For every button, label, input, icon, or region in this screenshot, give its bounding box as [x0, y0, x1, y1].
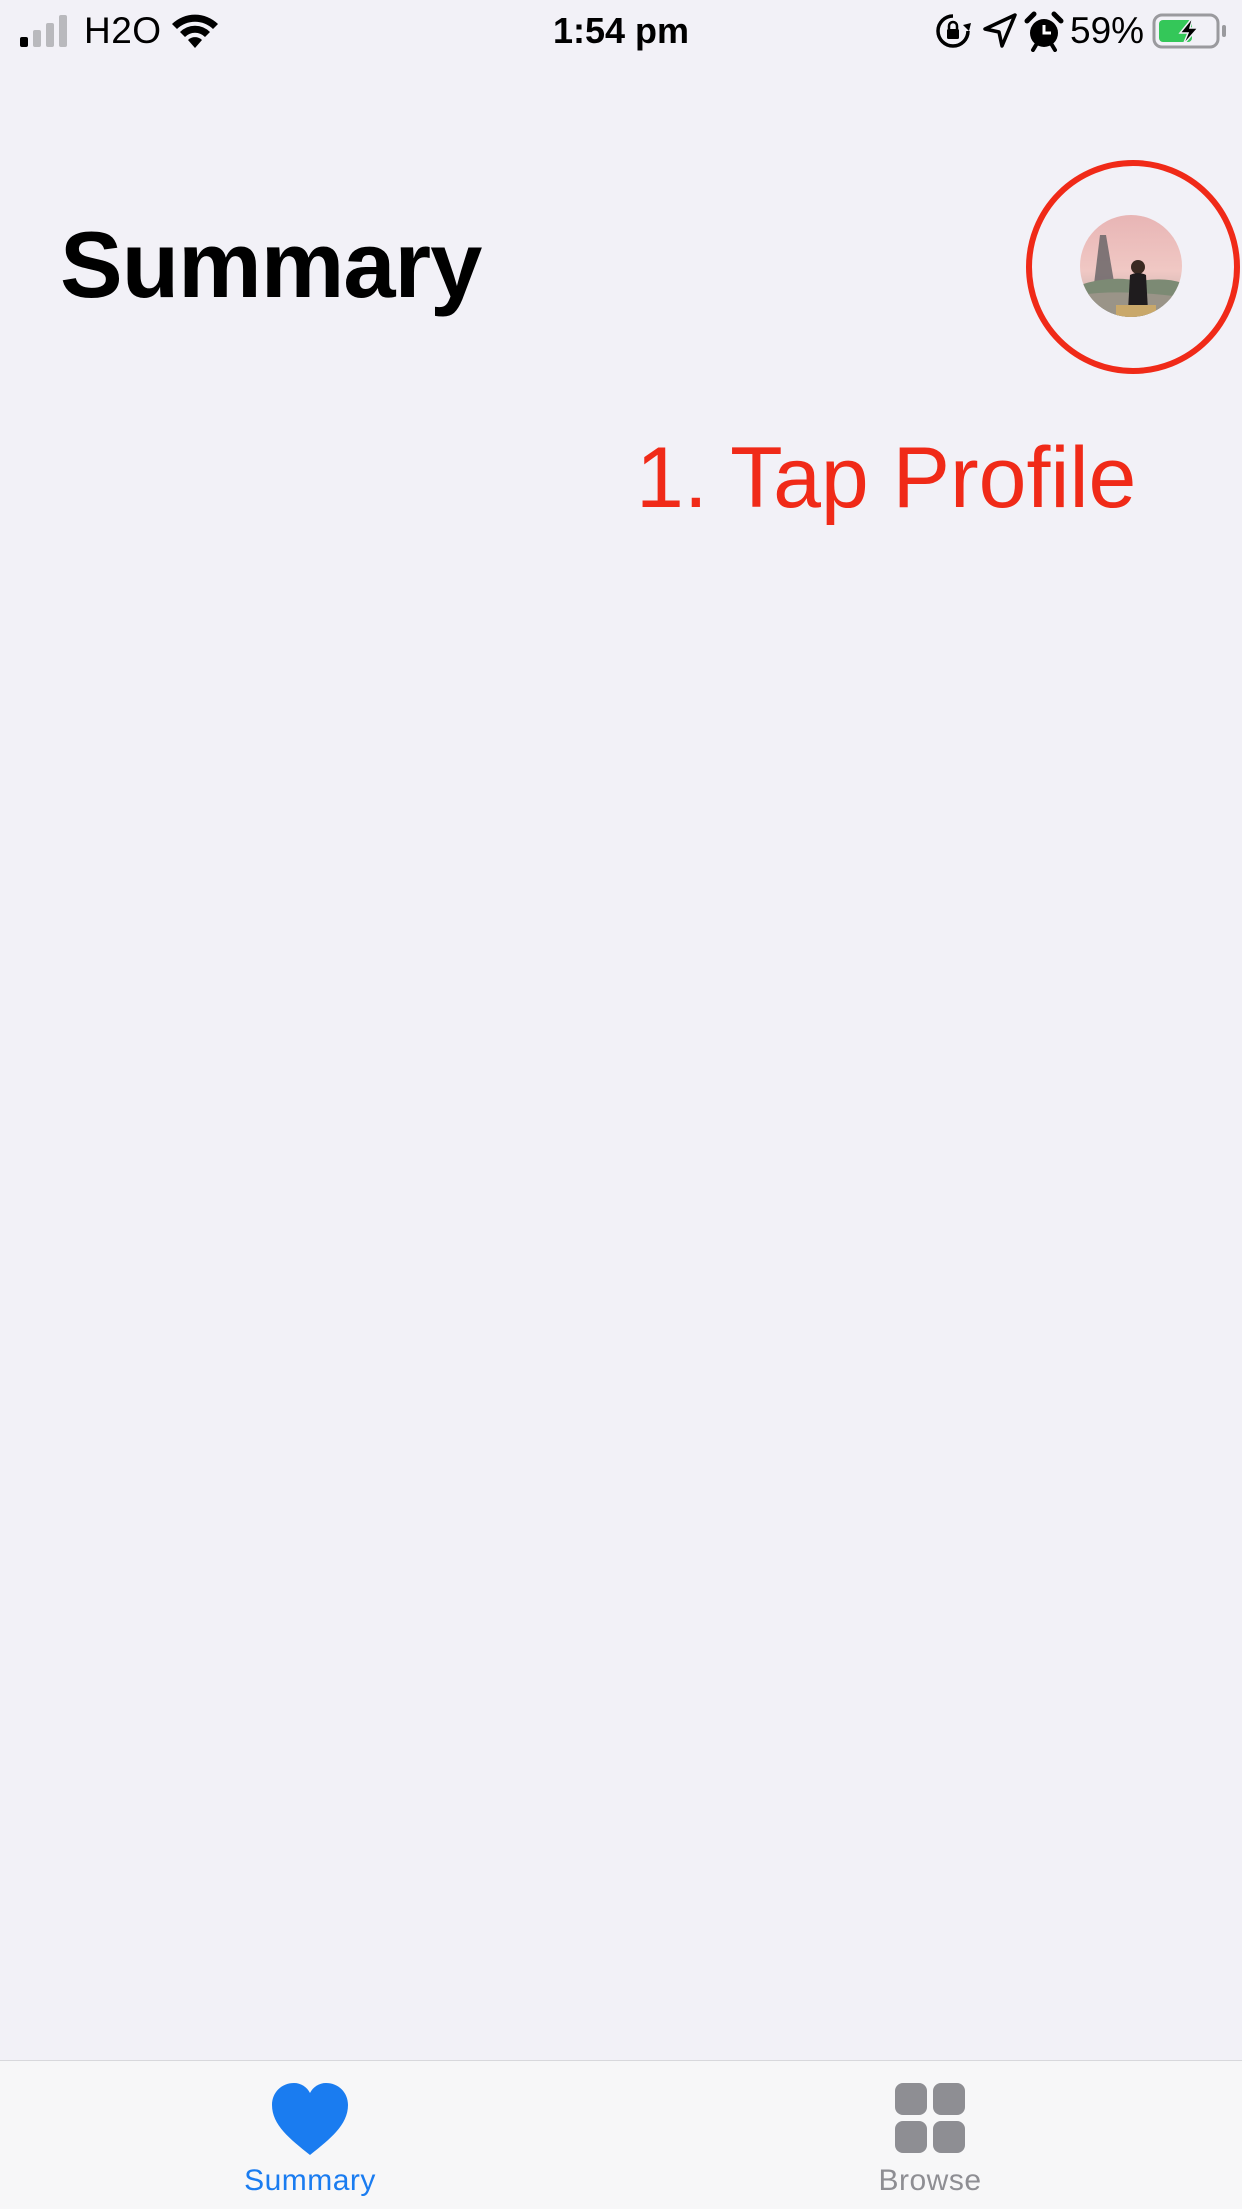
tab-bar: Summary Browse: [0, 2060, 1242, 2209]
orientation-lock-icon: [936, 14, 971, 48]
alarm-icon: [1024, 11, 1064, 52]
grid-icon: [895, 2083, 965, 2153]
tab-summary-label: Summary: [244, 2164, 376, 2197]
tab-browse-label: Browse: [878, 2164, 982, 2197]
page-title: Summary: [60, 212, 482, 317]
location-icon: [983, 13, 1017, 48]
battery-charging-icon: [1152, 13, 1226, 49]
battery-percentage: 59%: [1070, 10, 1145, 51]
status-bar: H2O 1:54 pm 59%: [0, 0, 1242, 64]
heart-icon: [272, 2083, 348, 2155]
annotation-text: 1. Tap Profile: [636, 430, 1137, 526]
tab-summary[interactable]: Summary: [180, 2061, 440, 2209]
annotation-circle: [1026, 160, 1240, 374]
tab-browse[interactable]: Browse: [800, 2061, 1060, 2209]
